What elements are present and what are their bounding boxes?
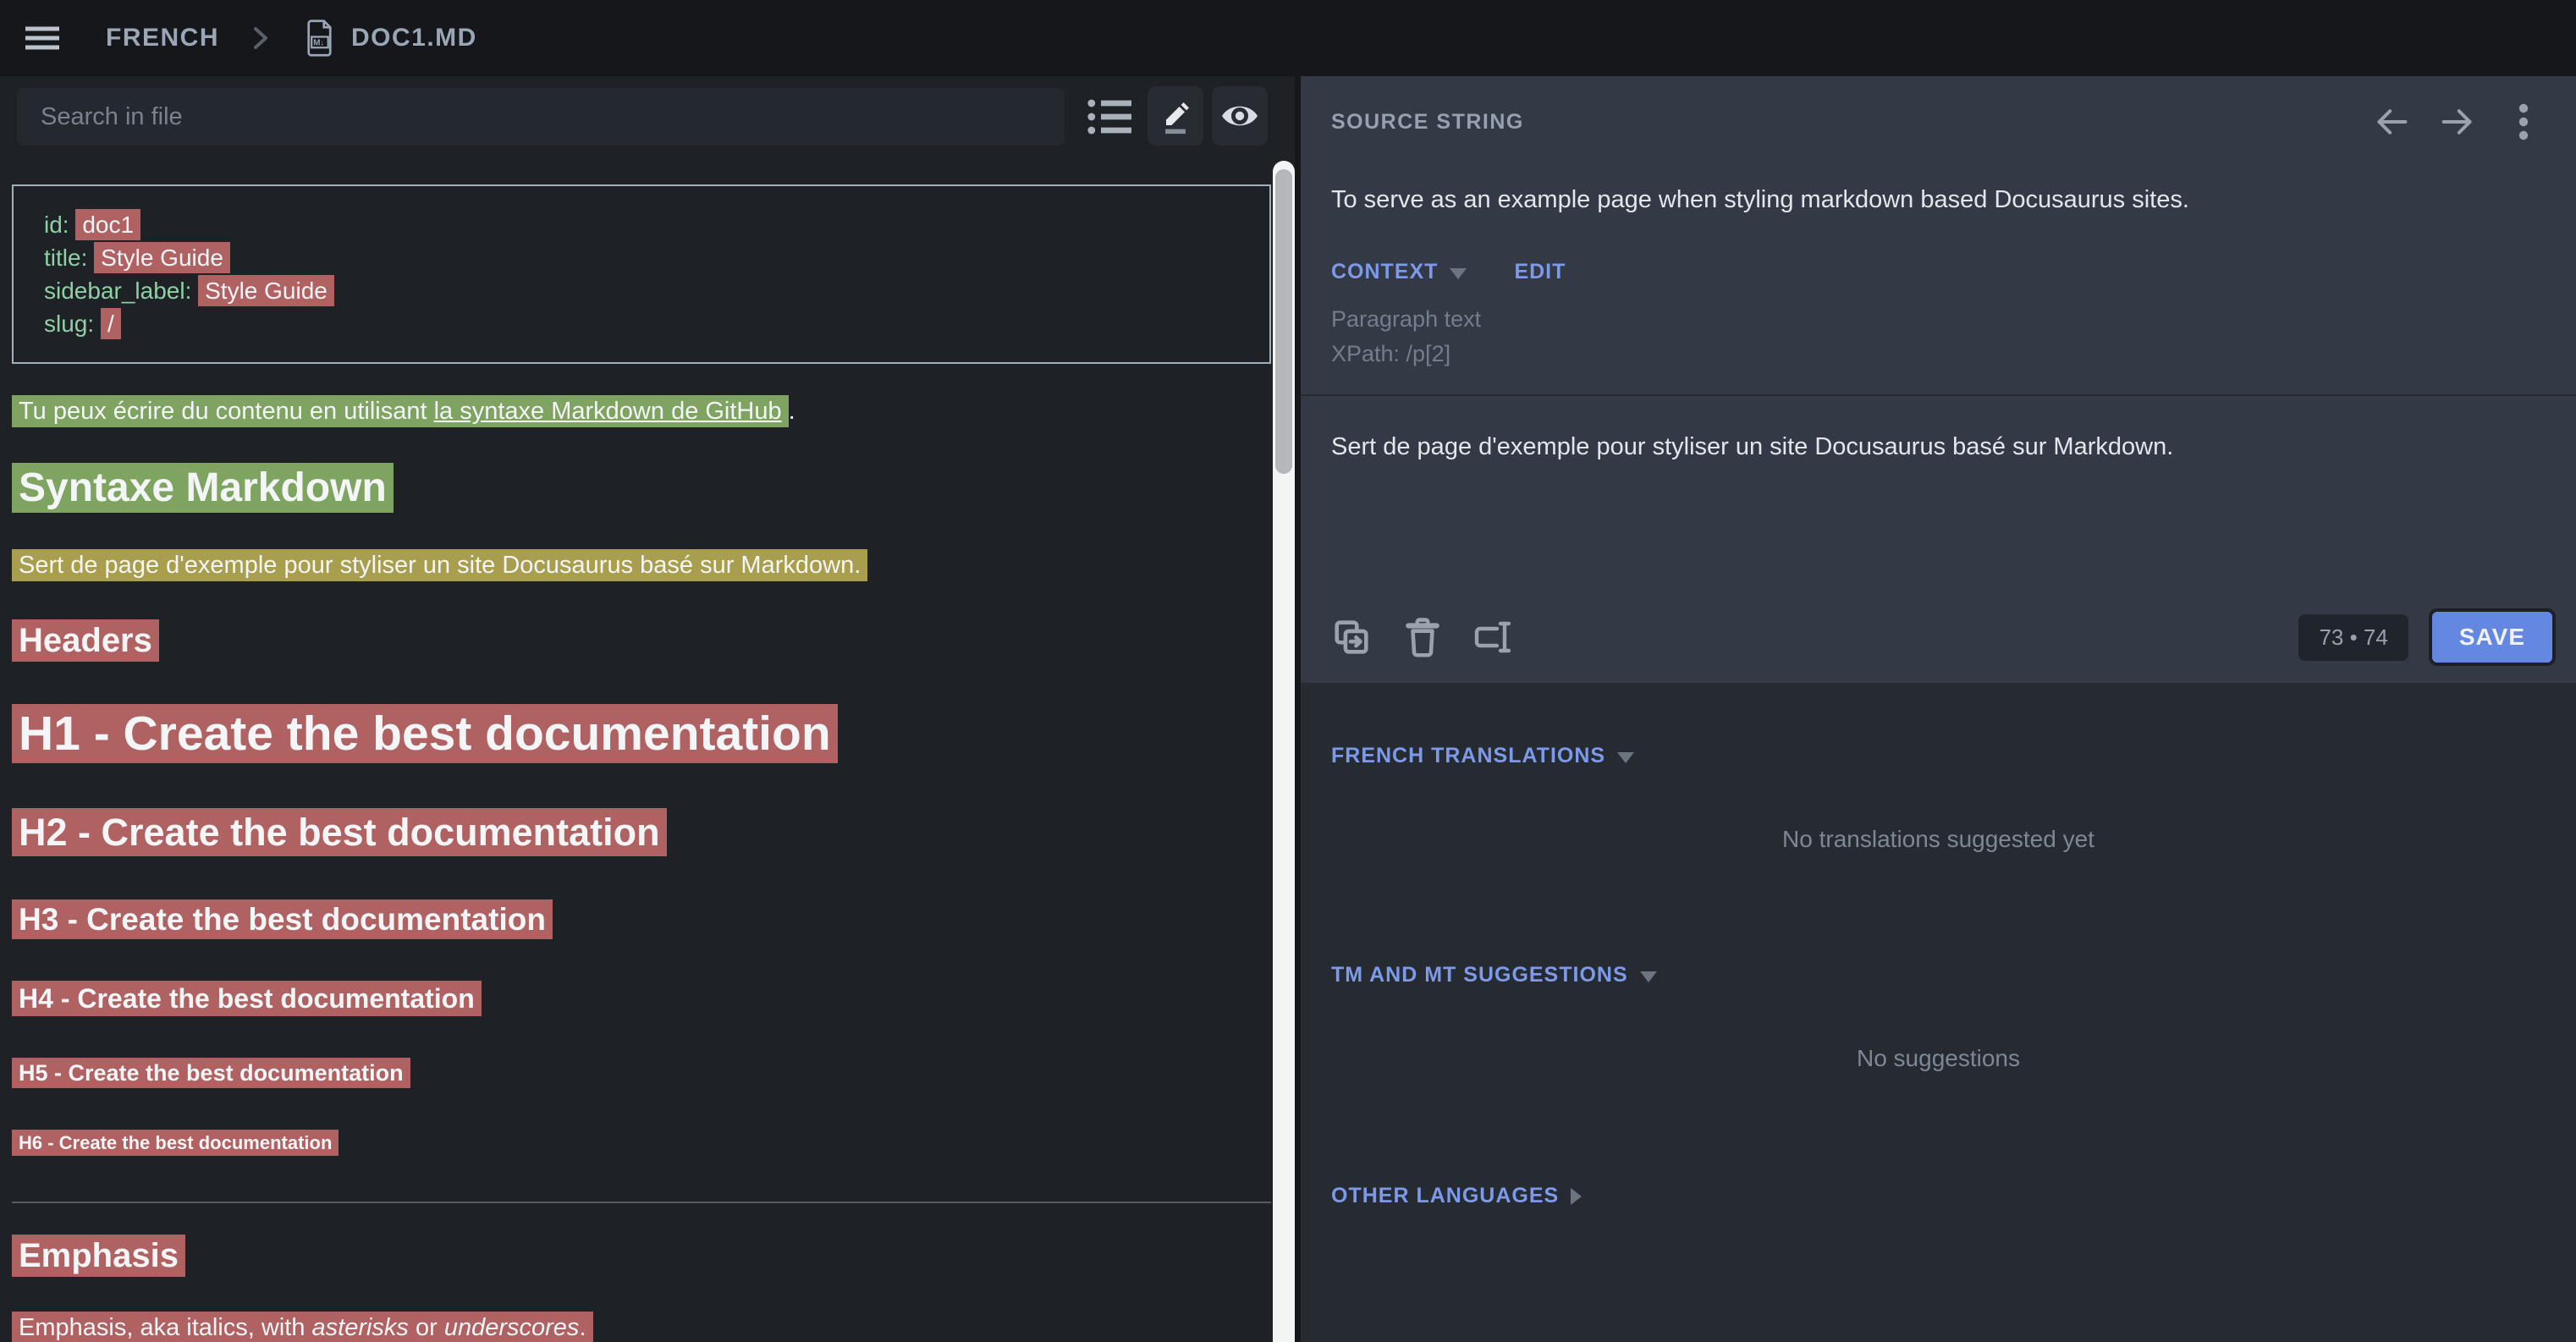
save-button[interactable]: SAVE xyxy=(2429,608,2556,666)
context-row: CONTEXT EDIT xyxy=(1301,214,2576,284)
horizontal-rule xyxy=(12,1202,1271,1203)
other-languages-toggle[interactable]: OTHER LANGUAGES xyxy=(1331,1184,1582,1208)
paragraph-emphasis-italic: Emphasis, aka italics, with asterisks or… xyxy=(12,1314,1271,1342)
character-counter: 73 • 74 xyxy=(2298,614,2408,661)
translations-empty-text: No translations suggested yet xyxy=(1301,826,2576,853)
suggestions-area: FRENCH TRANSLATIONS No translations sugg… xyxy=(1301,683,2576,1208)
paragraph-intro: Tu peux écrire du contenu en utilisant l… xyxy=(12,398,1271,426)
copy-source-icon xyxy=(1330,616,1373,658)
source-string-text: To serve as an example page when styling… xyxy=(1301,139,2576,214)
yaml-key: title: xyxy=(44,245,94,271)
string-untranslated[interactable]: H1 - Create the best documentation xyxy=(12,704,838,763)
scrollbar-thumb[interactable] xyxy=(1275,169,1292,474)
frontmatter-line: slug: / xyxy=(44,307,1269,340)
delete-translation-button[interactable] xyxy=(1399,613,1446,661)
translation-input[interactable]: Sert de page d'exemple pour styliser un … xyxy=(1301,396,2576,608)
github-markdown-link[interactable]: la syntaxe Markdown de GitHub xyxy=(434,398,782,425)
translation-panel: SOURCE STRING To serve as an example pag… xyxy=(1301,76,2576,1342)
preview-mode-button[interactable] xyxy=(1212,86,1268,146)
more-options-button[interactable] xyxy=(2502,105,2546,139)
breadcrumb-project[interactable]: FRENCH xyxy=(106,24,219,52)
edit-context-link[interactable]: EDIT xyxy=(1514,260,1566,284)
source-string-label: SOURCE STRING xyxy=(1331,110,1524,135)
frontmatter-block: id: doc1 title: Style Guide sidebar_labe… xyxy=(12,184,1271,364)
frontmatter-line: title: Style Guide xyxy=(44,241,1269,274)
string-untranslated[interactable]: doc1 xyxy=(75,209,140,240)
translation-toolbar: 73 • 74 SAVE xyxy=(1301,608,2576,683)
string-untranslated[interactable]: Emphasis, aka italics, with asterisks or… xyxy=(12,1312,593,1342)
kebab-menu-icon xyxy=(2518,103,2529,140)
string-untranslated[interactable]: H4 - Create the best documentation xyxy=(12,981,482,1016)
frontmatter-line: id: doc1 xyxy=(44,208,1269,241)
breadcrumb-file[interactable]: DOC1.MD xyxy=(351,24,477,52)
heading-syntaxe-markdown: Syntaxe Markdown xyxy=(12,465,1271,511)
forward-arrow-icon xyxy=(2438,105,2477,139)
pencil-icon xyxy=(1157,97,1194,135)
string-untranslated[interactable]: / xyxy=(101,308,121,339)
search-input[interactable] xyxy=(17,88,1065,146)
string-untranslated[interactable]: Style Guide xyxy=(198,275,334,306)
context-type: Paragraph text xyxy=(1301,306,2576,333)
previous-string-button[interactable] xyxy=(2370,105,2414,139)
frontmatter-line: sidebar_label: Style Guide xyxy=(44,274,1269,307)
eye-icon xyxy=(1219,101,1260,131)
select-text-icon xyxy=(1472,618,1516,657)
header-sample-h5: H5 - Create the best documentation xyxy=(12,1060,1271,1086)
svg-text:M↓: M↓ xyxy=(313,39,324,48)
yaml-key: sidebar_label: xyxy=(44,278,198,304)
string-untranslated[interactable]: Emphasis xyxy=(12,1235,185,1277)
yaml-key: id: xyxy=(44,212,75,238)
string-translated[interactable]: Syntaxe Markdown xyxy=(12,463,394,513)
string-selected[interactable]: Sert de page d'exemple pour styliser un … xyxy=(12,549,867,581)
markdown-file-icon: M↓ xyxy=(305,19,336,58)
string-list-icon[interactable] xyxy=(1086,95,1133,139)
edit-mode-button[interactable] xyxy=(1148,86,1203,146)
string-untranslated[interactable]: Style Guide xyxy=(94,242,230,273)
paragraph-selected: Sert de page d'exemple pour styliser un … xyxy=(12,552,1271,580)
header-sample-h4: H4 - Create the best documentation xyxy=(12,983,1271,1015)
select-text-button[interactable] xyxy=(1470,613,1517,661)
header-sample-h6: H6 - Create the best documentation xyxy=(12,1132,1271,1154)
tm-mt-section: TM AND MT SUGGESTIONS xyxy=(1301,963,2576,987)
next-string-button[interactable] xyxy=(2436,105,2480,139)
collapse-triangle-icon xyxy=(1617,752,1634,763)
yaml-key: slug: xyxy=(44,311,101,337)
other-languages-section: OTHER LANGUAGES xyxy=(1301,1184,2576,1208)
string-untranslated[interactable]: Headers xyxy=(12,619,159,662)
tm-empty-text: No suggestions xyxy=(1301,1045,2576,1072)
collapse-triangle-icon xyxy=(1640,971,1657,982)
header-sample-h3: H3 - Create the best documentation xyxy=(12,902,1271,938)
french-translations-section: FRENCH TRANSLATIONS xyxy=(1301,744,2576,768)
hamburger-icon[interactable] xyxy=(25,26,59,50)
source-string-header: SOURCE STRING xyxy=(1301,76,2576,139)
string-untranslated[interactable]: H3 - Create the best documentation xyxy=(12,899,553,939)
expand-triangle-icon xyxy=(1571,1188,1582,1205)
vertical-scrollbar[interactable] xyxy=(1273,161,1295,1342)
string-untranslated[interactable]: H6 - Create the best documentation xyxy=(12,1130,339,1156)
header-sample-h1: H1 - Create the best documentation xyxy=(12,706,1271,762)
source-string-card: SOURCE STRING To serve as an example pag… xyxy=(1301,76,2576,683)
french-translations-toggle[interactable]: FRENCH TRANSLATIONS xyxy=(1331,744,1634,768)
back-arrow-icon xyxy=(2372,105,2411,139)
copy-source-button[interactable] xyxy=(1328,613,1375,661)
document-panel: id: doc1 title: Style Guide sidebar_labe… xyxy=(0,76,1295,1342)
context-toggle[interactable]: CONTEXT xyxy=(1331,260,1467,284)
heading-emphasis: Emphasis xyxy=(12,1237,1271,1275)
breadcrumb-chevron-icon xyxy=(251,24,270,52)
top-bar: FRENCH M↓ DOC1.MD xyxy=(0,0,2576,76)
tm-mt-toggle[interactable]: TM AND MT SUGGESTIONS xyxy=(1331,963,1657,987)
string-untranslated[interactable]: H2 - Create the best documentation xyxy=(12,808,667,856)
string-untranslated[interactable]: H5 - Create the best documentation xyxy=(12,1058,410,1088)
document-content: id: doc1 title: Style Guide sidebar_labe… xyxy=(12,184,1271,1342)
header-sample-h2: H2 - Create the best documentation xyxy=(12,811,1271,855)
string-translated[interactable]: Tu peux écrire du contenu en utilisant l… xyxy=(12,395,789,427)
delete-icon xyxy=(1404,616,1441,658)
heading-headers: Headers xyxy=(12,622,1271,660)
context-xpath: XPath: /p[2] xyxy=(1301,341,2576,394)
collapse-triangle-icon xyxy=(1450,268,1467,279)
